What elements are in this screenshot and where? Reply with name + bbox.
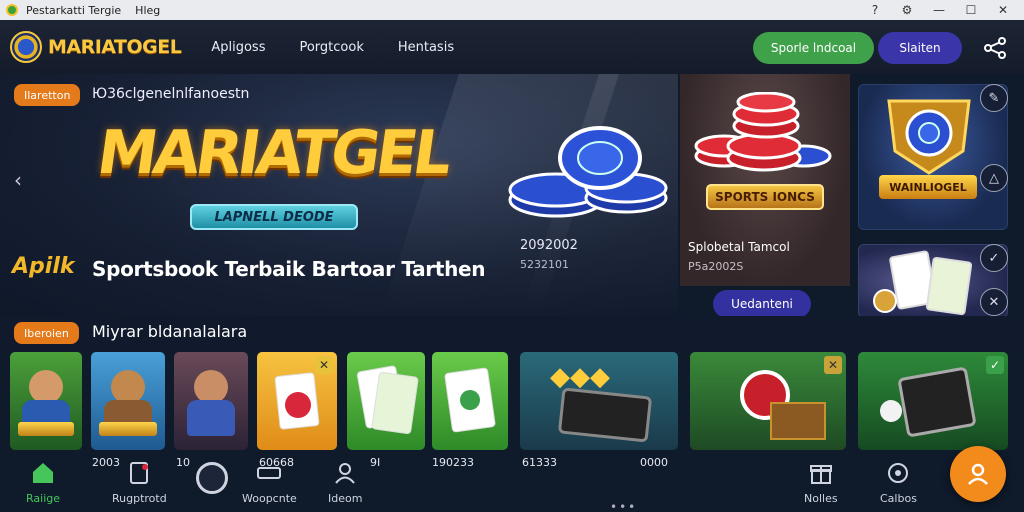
hero-title: MARIATGEL (93, 118, 453, 188)
close-icon[interactable]: ✕ (315, 356, 333, 374)
bottom-nav-ticket[interactable]: Rugptrotd (112, 460, 167, 505)
red-chips-icon (694, 92, 832, 172)
check-icon[interactable]: ✓ (986, 356, 1004, 374)
main-nav: Apligoss Porgtcook Hentasis (211, 40, 454, 55)
close-icon[interactable]: ✕ (824, 356, 842, 374)
bottom-nav-user[interactable]: Ideom (328, 460, 362, 505)
bottom-nav-label: Raiige (26, 492, 61, 505)
close-button[interactable]: ✕ (996, 3, 1010, 17)
bottom-nav-reel[interactable]: Woopcnte (242, 460, 297, 505)
tile-banner (18, 422, 74, 436)
profile-fab-button[interactable] (950, 446, 1006, 502)
settings-icon (888, 463, 909, 483)
bottom-navigation: Raiige Rugptrotd Woopcnte Ideom Nolles C… (0, 456, 1024, 512)
bottom-nav-label: Ideom (328, 492, 363, 505)
tile-banner (99, 422, 157, 436)
sports-card-button[interactable]: Uedanteni (713, 290, 811, 318)
game-tile[interactable] (91, 352, 165, 450)
check-icon[interactable]: ✓ (980, 244, 1008, 272)
game-tile[interactable] (432, 352, 508, 450)
playing-card-icon (925, 256, 973, 316)
chest-icon (770, 402, 826, 440)
chip-icon (460, 390, 480, 410)
window-menu[interactable]: Hleg (135, 4, 160, 17)
hero-headline: Sportsbook Terbaik Bartoar Tarthen (92, 257, 486, 281)
game-tile[interactable]: ✕ (257, 352, 337, 450)
wrench-icon[interactable]: ✎ (980, 84, 1008, 112)
options-icon[interactable]: ⚙ (900, 3, 914, 17)
app-icon (6, 4, 18, 16)
minimize-button[interactable]: — (932, 3, 946, 17)
apk-label: Apilk (12, 254, 75, 279)
bottom-nav-label: Nolles (804, 492, 838, 505)
nav-item-2[interactable]: Porgtcook (299, 40, 363, 55)
bottom-nav-home[interactable]: Raiige (26, 460, 60, 505)
bottom-nav-label: Rugptrotd (112, 492, 167, 505)
game-tile[interactable] (10, 352, 82, 450)
brand-name: MARIATOGEL (48, 36, 182, 58)
casino-chips-icon (508, 126, 668, 218)
playing-card-icon (371, 371, 419, 435)
sports-card-title: Splobetal Tamcol (688, 240, 790, 254)
hero-topline: Ю36clgenelnlfanoestn (92, 86, 250, 102)
game-tiles: ✕ ◆◆◆ ✕ ✓ (0, 352, 1024, 452)
section-tag: Iberoien (14, 322, 79, 344)
avatar (29, 370, 63, 404)
tile-logo-icon: ◆◆◆ (550, 362, 610, 392)
game-tile[interactable] (347, 352, 425, 450)
home-icon (33, 463, 53, 483)
more-icon[interactable]: ••• (610, 500, 637, 512)
game-tile[interactable]: ◆◆◆ (520, 352, 678, 450)
phone-icon (897, 366, 977, 438)
cross-icon[interactable]: ✕ (980, 288, 1008, 316)
help-icon[interactable]: ? (868, 3, 882, 17)
bottom-nav-settings[interactable]: Calbos (880, 460, 917, 505)
ticket-icon (130, 462, 149, 484)
bottom-nav-gift[interactable]: Nolles (804, 460, 838, 505)
whistle-icon[interactable]: △ (980, 164, 1008, 192)
coin-icon (873, 289, 897, 313)
bottom-nav-label: Woopcnte (242, 492, 297, 505)
game-tile[interactable]: ✓ (858, 352, 1008, 450)
hero-stat-sub: 5232101 (520, 258, 569, 271)
sports-ribbon: SPORTS IONCS (706, 184, 824, 210)
user-icon (335, 463, 355, 484)
game-tile[interactable] (174, 352, 248, 450)
ball-icon (880, 400, 902, 422)
avatar (111, 370, 145, 404)
trophy-emblem-icon (887, 99, 971, 175)
section-title: Miyrar bldanalalara (92, 322, 248, 341)
hero-banner[interactable]: Ilaretton Ю36clgenelnlfanoestn ‹ MARIATG… (0, 74, 678, 316)
section-header: Iberoien Miyrar bldanalalara (0, 316, 1024, 352)
sports-card-sub: P5a2002S (688, 260, 744, 273)
side-promo-label: WAINLIOGEL (879, 175, 977, 199)
secondary-button[interactable]: Slaiten (878, 32, 962, 64)
phone-icon (557, 387, 653, 443)
bottom-nav-label: Calbos (880, 492, 917, 505)
avatar (194, 370, 228, 404)
brand-logo[interactable]: MARIATOGEL (10, 31, 182, 63)
avatar-body (187, 400, 235, 436)
hero-pill[interactable]: LAPNELL DEODE (190, 204, 358, 230)
top-navigation: MARIATOGEL Apligoss Porgtcook Hentasis S… (0, 20, 1024, 74)
user-icon (968, 463, 988, 485)
hero-tag: Ilaretton (14, 84, 81, 106)
nav-item-1[interactable]: Apligoss (211, 40, 265, 55)
chip-icon (285, 392, 311, 418)
film-reel-icon[interactable] (196, 462, 228, 494)
game-tile[interactable]: ✕ (690, 352, 846, 450)
maximize-button[interactable]: ☐ (964, 3, 978, 17)
chevron-left-icon[interactable]: ‹ (14, 168, 22, 192)
hero-stat: 2092002 (520, 238, 578, 253)
primary-button[interactable]: Sporle lndcoal (753, 32, 874, 64)
brand-badge-icon (10, 31, 42, 63)
sports-card[interactable]: SPORTS IONCS Splobetal Tamcol P5a2002S (680, 74, 850, 286)
window-title: Pestarkatti Tergie (26, 3, 122, 17)
gift-icon (809, 465, 832, 484)
share-icon[interactable] (984, 37, 1006, 59)
window-titlebar: Pestarkatti Tergie Hleg ? ⚙ — ☐ ✕ (0, 0, 1024, 20)
nav-item-3[interactable]: Hentasis (398, 40, 454, 55)
reel-icon (257, 467, 282, 479)
